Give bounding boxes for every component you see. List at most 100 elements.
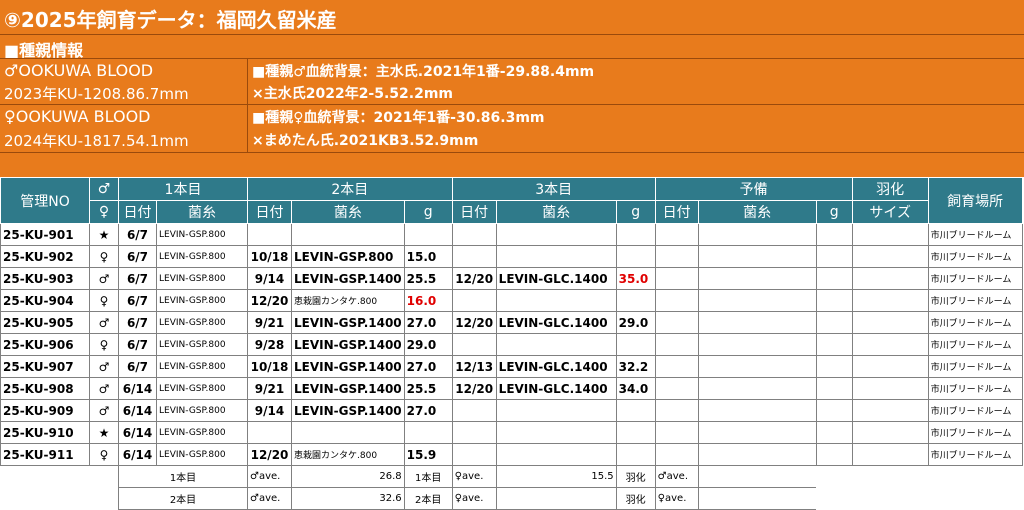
row-date3: 12/20 bbox=[451, 311, 497, 334]
table-row: 25-KU-910 ★ 6/14 LEVIN-GSP.800 市川ブリードルーム bbox=[0, 421, 1023, 444]
col-uka: 羽化 bbox=[851, 177, 929, 201]
row-kinshi2: LEVIN-GSP.1400 bbox=[291, 377, 405, 400]
table-header-row-2: ♀ 日付 菌糸 日付 菌糸 g 日付 菌糸 g 日付 菌糸 g サイズ bbox=[1, 200, 1023, 224]
row-g3: 32.2 bbox=[615, 355, 656, 378]
table-row: 25-KU-908 ♂ 6/14 LEVIN-GSP.800 9/21 LEVIN-GSP… bbox=[0, 377, 1023, 400]
row-g2: 27.0 bbox=[403, 355, 453, 378]
col-g-2: g bbox=[403, 200, 453, 224]
row-date2: 12/20 bbox=[247, 443, 292, 466]
male-lineage-1: ■種親♂血統背景：主水氏.2021年1番-29.88.4mm bbox=[252, 64, 595, 80]
row-spare-g bbox=[815, 333, 853, 356]
row-kinshi2: LEVIN-GSP.1400 bbox=[291, 267, 405, 290]
row-g3: 35.0 bbox=[615, 267, 656, 290]
row-spare-date bbox=[654, 223, 699, 246]
table-row: 25-KU-904 ♀ 6/7 LEVIN-GSP.800 12/20 恵栽園カンタケ.8… bbox=[0, 289, 1023, 312]
row-date2: 10/18 bbox=[247, 245, 292, 268]
row-size bbox=[851, 421, 929, 444]
col-kanri: 管理NO bbox=[0, 177, 90, 224]
female-parent-id: 2024年KU-1817.54.1mm bbox=[4, 132, 189, 150]
summary-female-ave: ♀ave. bbox=[451, 465, 497, 488]
row-g2 bbox=[403, 421, 453, 444]
summary-male-val: 26.8 bbox=[291, 465, 405, 488]
row-date1: 6/14 bbox=[118, 399, 157, 422]
row-kinshi1: LEVIN-GSP.800 bbox=[156, 245, 248, 268]
col-date-3: 日付 bbox=[451, 200, 497, 224]
row-kinshi1: LEVIN-GSP.800 bbox=[156, 223, 248, 246]
row-spare-kinshi bbox=[697, 245, 817, 268]
row-kinshi2: LEVIN-GSP.1400 bbox=[291, 311, 405, 334]
col-place: 飼育場所 bbox=[927, 177, 1023, 224]
row-date2: 9/21 bbox=[247, 311, 292, 334]
male-lineage-2: ×主水氏2022年2-5.52.2mm bbox=[252, 86, 454, 102]
row-date2: 12/20 bbox=[247, 289, 292, 312]
row-place: 市川ブリードルーム bbox=[927, 377, 1023, 400]
row-g2 bbox=[403, 223, 453, 246]
row-kinshi1: LEVIN-GSP.800 bbox=[156, 377, 248, 400]
row-sex: ♀ bbox=[89, 245, 119, 268]
row-spare-kinshi bbox=[697, 223, 817, 246]
male-parent-id: 2023年KU-1208.86.7mm bbox=[4, 85, 189, 103]
summary-row: 1本目 ♂ave. 26.8 1本目 ♀ave. 15.5 羽化 ♂ave. bbox=[1, 465, 1023, 488]
summary-female-val: 15.5 bbox=[495, 465, 617, 488]
row-date1: 6/14 bbox=[118, 443, 157, 466]
row-g2: 25.5 bbox=[403, 267, 453, 290]
row-spare-kinshi bbox=[697, 443, 817, 466]
row-date1: 6/7 bbox=[118, 289, 157, 312]
row-spare-date bbox=[654, 355, 699, 378]
col-kinshi-1: 菌糸 bbox=[156, 200, 248, 224]
row-sex: ♂ bbox=[89, 355, 119, 378]
col-date-1: 日付 bbox=[118, 200, 157, 224]
row-kinshi2: LEVIN-GSP.1400 bbox=[291, 355, 405, 378]
col-female: ♀ bbox=[89, 200, 119, 224]
row-kinshi1: LEVIN-GSP.800 bbox=[156, 267, 248, 290]
row-g3 bbox=[615, 399, 656, 422]
row-spare-kinshi bbox=[697, 289, 817, 312]
row-id: 25-KU-908 bbox=[0, 377, 90, 400]
col-kinshi-3: 菌糸 bbox=[495, 200, 617, 224]
row-kinshi2: LEVIN-GSP.1400 bbox=[291, 333, 405, 356]
row-g2: 15.0 bbox=[403, 245, 453, 268]
summary-female-val bbox=[495, 487, 617, 510]
summary-label: 1本目 bbox=[118, 465, 248, 488]
row-id: 25-KU-902 bbox=[0, 245, 90, 268]
row-id: 25-KU-904 bbox=[0, 289, 90, 312]
row-kinshi2: LEVIN-GSP.1400 bbox=[291, 399, 405, 422]
row-date3: 12/13 bbox=[451, 355, 497, 378]
table-row: 25-KU-905 ♂ 6/7 LEVIN-GSP.800 9/21 LEVIN-GSP.… bbox=[0, 311, 1023, 334]
row-place: 市川ブリードルーム bbox=[927, 333, 1023, 356]
row-date2: 10/18 bbox=[247, 355, 292, 378]
col-kinshi-spare: 菌糸 bbox=[697, 200, 817, 224]
row-spare-kinshi bbox=[697, 399, 817, 422]
female-lineage-2: ×まめたん氏.2021KB3.52.9mm bbox=[252, 133, 479, 149]
section-title: ■種親情報 bbox=[4, 41, 84, 60]
row-sex: ★ bbox=[89, 223, 119, 246]
row-kinshi3: LEVIN-GLC.1400 bbox=[495, 267, 617, 290]
row-spare-g bbox=[815, 223, 853, 246]
row-date1: 6/14 bbox=[118, 377, 157, 400]
row-g3: 29.0 bbox=[615, 311, 656, 334]
row-sex: ★ bbox=[89, 421, 119, 444]
row-date1: 6/7 bbox=[118, 245, 157, 268]
col-date-2: 日付 bbox=[247, 200, 292, 224]
row-date1: 6/7 bbox=[118, 355, 157, 378]
row-spare-kinshi bbox=[697, 267, 817, 290]
row-sex: ♂ bbox=[89, 377, 119, 400]
row-kinshi1: LEVIN-GSP.800 bbox=[156, 443, 248, 466]
table-row: 25-KU-903 ♂ 6/7 LEVIN-GSP.800 9/14 LEVIN-GSP.… bbox=[0, 267, 1023, 290]
row-id: 25-KU-905 bbox=[0, 311, 90, 334]
row-size bbox=[851, 377, 929, 400]
row-id: 25-KU-901 bbox=[0, 223, 90, 246]
row-g2: 27.0 bbox=[403, 311, 453, 334]
row-kinshi2: LEVIN-GSP.800 bbox=[291, 245, 405, 268]
row-date1: 6/7 bbox=[118, 223, 157, 246]
row-sex: ♀ bbox=[89, 289, 119, 312]
row-g3 bbox=[615, 443, 656, 466]
row-g2: 16.0 bbox=[403, 289, 453, 312]
row-size bbox=[851, 289, 929, 312]
summary-uka: 羽化 bbox=[615, 465, 656, 488]
col-date-spare: 日付 bbox=[654, 200, 699, 224]
female-parent-name: ♀OOKUWA BLOOD bbox=[4, 107, 151, 126]
summary-row: 2本目 ♂ave. 32.6 2本目 ♀ave. 羽化 ♀ave. bbox=[1, 487, 1023, 510]
summary-label2: 2本目 bbox=[403, 487, 453, 510]
col-g-spare: g bbox=[815, 200, 853, 224]
